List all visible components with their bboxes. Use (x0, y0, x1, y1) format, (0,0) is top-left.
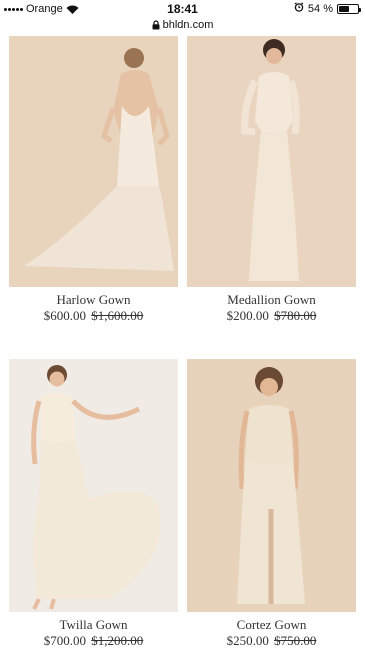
product-price: $250.00 $750.00 (187, 633, 356, 649)
product-image[interactable] (9, 36, 178, 287)
lock-icon (152, 20, 160, 30)
sale-price: $700.00 (43, 633, 86, 648)
product-name[interactable]: Cortez Gown (187, 617, 356, 633)
product-price: $700.00 $1,200.00 (9, 633, 178, 649)
product-name[interactable]: Twilla Gown (9, 617, 178, 633)
address-bar[interactable]: bhldn.com (0, 17, 365, 33)
product-image[interactable] (187, 36, 356, 287)
battery-level-fill (339, 5, 349, 12)
product-image[interactable] (9, 359, 178, 612)
battery-percent: 54 % (307, 2, 333, 15)
url-text: bhldn.com (162, 19, 214, 31)
product-price: $200.00 $780.00 (187, 308, 356, 324)
status-bar: Orange 18:41 54 % (0, 0, 365, 18)
product-price: $600.00 $1,600.00 (9, 308, 178, 324)
battery-icon (337, 3, 361, 14)
status-right: 54 % (294, 2, 361, 15)
product-card[interactable]: Medallion Gown $200.00 $780.00 (187, 36, 356, 326)
sale-price: $600.00 (43, 308, 86, 323)
product-image[interactable] (187, 359, 356, 612)
alarm-clock-icon (294, 2, 304, 15)
sale-price: $250.00 (226, 633, 269, 648)
original-price: $1,200.00 (91, 633, 144, 648)
product-card[interactable]: Harlow Gown $600.00 $1,600.00 (9, 36, 178, 326)
original-price: $780.00 (274, 308, 317, 323)
product-card[interactable]: Twilla Gown $700.00 $1,200.00 (9, 359, 178, 650)
original-price: $1,600.00 (91, 308, 144, 323)
product-name[interactable]: Harlow Gown (9, 292, 178, 308)
product-name[interactable]: Medallion Gown (187, 292, 356, 308)
sale-price: $200.00 (226, 308, 269, 323)
original-price: $750.00 (274, 633, 317, 648)
product-card[interactable]: Cortez Gown $250.00 $750.00 (187, 359, 356, 650)
